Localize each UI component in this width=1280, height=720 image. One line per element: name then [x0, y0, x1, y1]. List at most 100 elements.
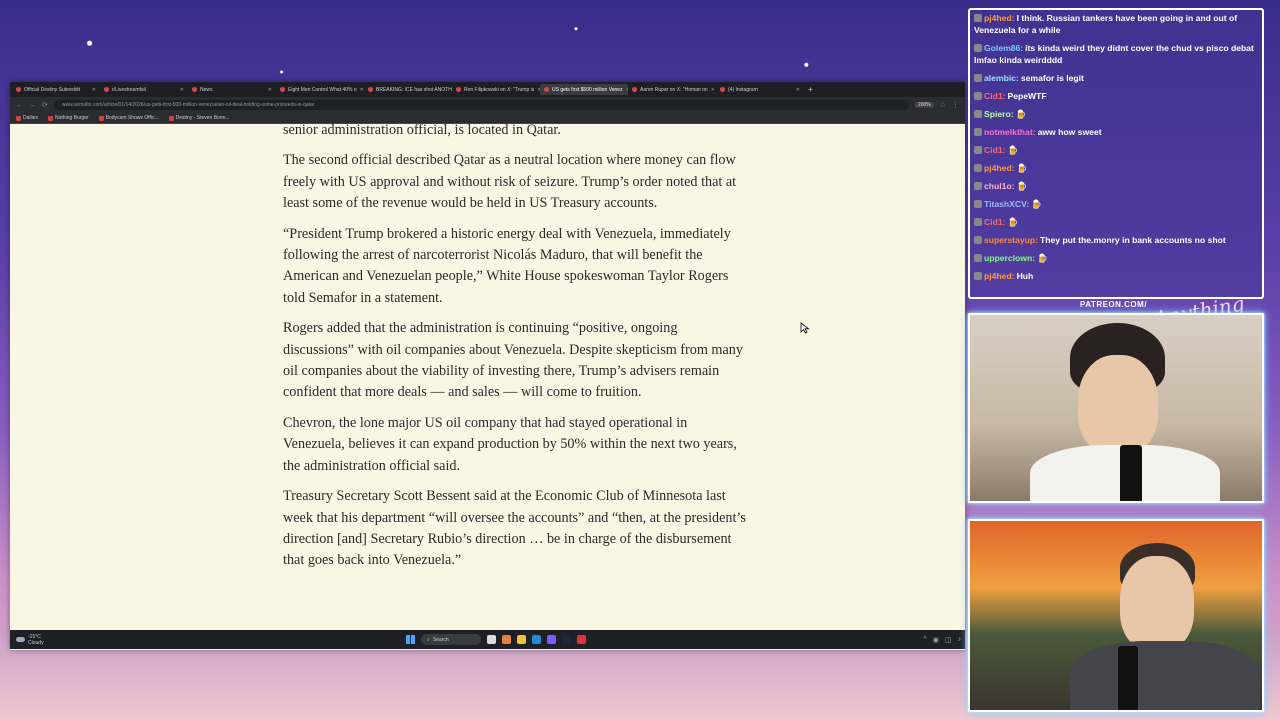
task-view-icon[interactable]: [487, 635, 496, 644]
chat-text: PepeWTF: [1007, 91, 1047, 101]
browser-tab[interactable]: Ron Filipkowski on X: "Trump is ✕: [452, 84, 540, 95]
close-tab-icon[interactable]: ✕: [180, 87, 184, 93]
bookmark-item[interactable]: Destiny - Steven Bonn...: [168, 115, 230, 121]
cloud-icon: [16, 637, 25, 642]
user-badge-icon: [974, 110, 982, 118]
tray-chevron-icon[interactable]: ^: [923, 636, 926, 644]
user-badge-icon: [974, 164, 982, 172]
chat-username[interactable]: alembic:: [984, 73, 1019, 83]
article-paragraph: “President Trump brokered a historic ene…: [283, 225, 731, 306]
chat-message: alembic: semafor is legit: [974, 72, 1258, 84]
chat-message: upperclown: 🍺: [974, 252, 1258, 264]
user-badge-icon: [974, 272, 982, 280]
bookmarks-bar: Dailies Nothing Burger Bodycam Shows Offic…: [10, 113, 965, 124]
chat-username[interactable]: Cid1:: [984, 91, 1005, 101]
bookmark-label: Nothing Burger: [55, 115, 89, 121]
article-paragraph: Treasury Secretary Scott Bessent said at…: [283, 488, 746, 569]
network-icon[interactable]: ◫: [945, 636, 952, 644]
chat-username[interactable]: chul1o:: [984, 181, 1015, 191]
browser-tab[interactable]: Aaron Rupar on X: "Homan on ✕: [628, 84, 716, 95]
user-badge-icon: [974, 218, 982, 226]
chat-message: chul1o: 🍺: [974, 180, 1258, 192]
windows-start-icon[interactable]: [406, 635, 415, 644]
steam-icon[interactable]: [562, 635, 571, 644]
chat-username[interactable]: Cid1:: [984, 217, 1005, 227]
store-icon[interactable]: [532, 635, 541, 644]
user-badge-icon: [974, 254, 982, 262]
firefox-icon[interactable]: [502, 635, 511, 644]
tab-favicon-icon: [456, 87, 461, 92]
tray-app-icon[interactable]: ◉: [933, 636, 939, 644]
bookmark-item[interactable]: Nothing Burger: [48, 115, 89, 121]
chat-username[interactable]: pj4hed:: [984, 163, 1015, 173]
chat-message: pj4hed: 🍺: [974, 162, 1258, 174]
browser-tab[interactable]: BREAKING: ICE has shot ANOTH✕: [364, 84, 452, 95]
close-tab-icon[interactable]: ✕: [796, 87, 800, 93]
close-tab-icon[interactable]: ✕: [92, 87, 96, 93]
weather-desc: Cloudy: [28, 639, 44, 646]
browser-tab[interactable]: r/Livestreamfail ✕: [100, 84, 188, 95]
close-tab-icon[interactable]: ✕: [711, 87, 715, 93]
chat-username[interactable]: Cid1:: [984, 145, 1005, 155]
bookmark-item[interactable]: Dailies: [16, 115, 38, 121]
tab-label: Aaron Rupar on X: "Homan on: [640, 86, 708, 93]
chat-username[interactable]: pj4hed:: [984, 271, 1015, 281]
chat-username[interactable]: Spiero:: [984, 109, 1014, 119]
tab-favicon-icon: [192, 87, 197, 92]
chrome-icon[interactable]: [577, 635, 586, 644]
zoom-badge[interactable]: 200%: [914, 102, 934, 108]
chat-username[interactable]: notmelkthat:: [984, 127, 1036, 137]
chat-message: Cid1: PepeWTF: [974, 90, 1258, 102]
browser-tab[interactable]: (4) Instagram ✕: [716, 84, 804, 95]
star-icon[interactable]: ☆: [940, 101, 946, 109]
chat-message: TitashXCV: 🍺: [974, 198, 1258, 210]
extensions-icon[interactable]: ⋮: [952, 101, 959, 109]
chat-text: 🍺: [1037, 253, 1048, 263]
url-text: www.semafor.com/article/01/14/2026/us-ge…: [61, 102, 315, 108]
user-badge-icon: [974, 74, 982, 82]
user-badge-icon: [974, 44, 982, 52]
discord-icon[interactable]: [547, 635, 556, 644]
bookmark-item[interactable]: Bodycam Shows Offic...: [98, 115, 159, 121]
back-icon[interactable]: ←: [16, 102, 23, 109]
close-tab-icon[interactable]: ✕: [268, 87, 272, 93]
browser-tab[interactable]: US gets first $500 million Venez ✕: [540, 84, 628, 95]
user-badge-icon: [974, 92, 982, 100]
chat-username[interactable]: Golem86:: [984, 43, 1023, 53]
tab-favicon-icon: [104, 87, 109, 92]
chat-username[interactable]: TitashXCV:: [984, 199, 1029, 209]
chat-username[interactable]: pj4hed:: [984, 13, 1015, 23]
weather-widget[interactable]: -15°C Cloudy: [10, 634, 140, 646]
tab-label: r/Livestreamfail: [112, 86, 146, 93]
volume-icon[interactable]: ♪: [958, 636, 962, 644]
url-field[interactable]: www.semafor.com/article/01/14/2026/us-ge…: [53, 100, 909, 110]
tab-favicon-icon: [16, 87, 21, 92]
browser-tab[interactable]: Official Destiny Subreddit ✕: [12, 84, 100, 95]
taskbar-search[interactable]: ⌕ Search: [421, 634, 481, 645]
file-explorer-icon[interactable]: [517, 635, 526, 644]
tab-favicon-icon: [632, 87, 637, 92]
article-paragraph: senior administration official, is locat…: [283, 124, 561, 138]
tab-favicon-icon: [544, 87, 549, 92]
forward-icon[interactable]: →: [29, 102, 36, 109]
browser-tab[interactable]: News ✕: [188, 84, 276, 95]
mouse-cursor-icon: [800, 322, 810, 334]
tab-label: News: [200, 86, 213, 93]
chat-message: Golem86: its kinda weird they didnt cover…: [974, 42, 1258, 66]
user-badge-icon: [974, 146, 982, 154]
chat-message: Spiero: 🍺: [974, 108, 1258, 120]
chat-username[interactable]: superstayup:: [984, 235, 1038, 245]
browser-tab[interactable]: Eight Men Control What 40% o ✕: [276, 84, 364, 95]
new-tab-icon[interactable]: +: [808, 85, 813, 94]
chat-text: They put the.monry in bank accounts no s…: [1039, 235, 1226, 245]
bookmark-icon: [98, 115, 104, 121]
chat-text: 🍺: [1007, 217, 1019, 227]
chat-message: pj4hed: I think. Russian tankers have bee…: [974, 12, 1258, 36]
article-body: senior administration official, is locat…: [283, 124, 748, 581]
chat-message: Cid1: 🍺: [974, 144, 1258, 156]
patreon-label: PATREON.COM/: [1080, 300, 1148, 309]
reload-icon[interactable]: ⟳: [42, 101, 48, 109]
chat-username[interactable]: upperclown:: [984, 253, 1035, 263]
tab-label: US gets first $500 million Venez: [552, 86, 623, 93]
tab-label: Ron Filipkowski on X: "Trump is: [464, 86, 535, 93]
